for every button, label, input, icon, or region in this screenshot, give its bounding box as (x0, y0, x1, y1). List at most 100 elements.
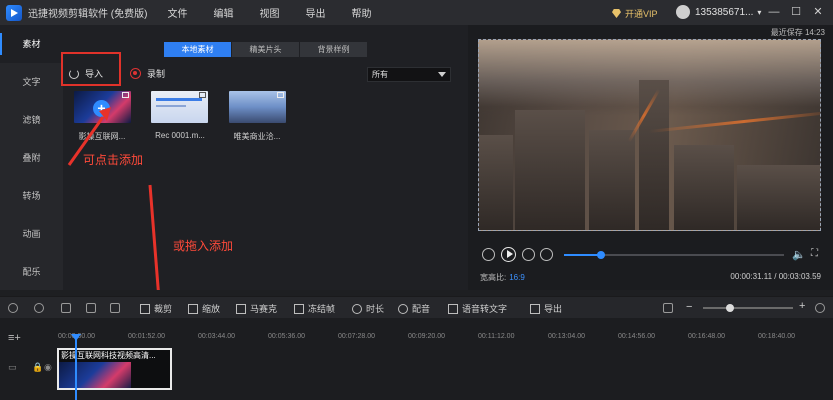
scene-building (515, 110, 585, 230)
ruler-tick-label: 00:03:44.00 (198, 333, 235, 340)
voiceover-button[interactable]: 配音 (398, 302, 430, 315)
export-label: 导出 (544, 304, 563, 314)
eye-icon[interactable]: ◉ (44, 362, 52, 373)
progress-handle[interactable] (597, 251, 606, 259)
account-button[interactable]: 135385671... ▾ (676, 5, 761, 19)
annotation-drag-add: 或拖入添加 (173, 239, 234, 253)
aspect-ratio-value[interactable]: 16:9 (509, 273, 525, 282)
microphone-icon (398, 303, 408, 314)
video-preview[interactable] (478, 39, 821, 231)
ruler-tick-label: 00:01:52.00 (128, 333, 165, 340)
vip-label: 开通VIP (625, 9, 658, 19)
timecode: 00:00:31.11 / 00:03:03.59 (730, 272, 821, 281)
clip-thumbnail (59, 362, 131, 388)
crop-label: 裁剪 (154, 304, 173, 314)
ruler-tick-label: 00:18:40.00 (758, 333, 795, 340)
menu-file[interactable]: 文件 (167, 5, 187, 20)
minimize-button[interactable]: — (765, 6, 783, 18)
edit-icon[interactable] (61, 303, 71, 313)
sidebar-item-overlay[interactable]: 叠附 (0, 139, 63, 177)
menu-view[interactable]: 视图 (259, 5, 279, 20)
video-track-icon: ▭ (8, 362, 17, 372)
freeze-frame-icon (294, 303, 304, 314)
fit-timeline-icon[interactable] (663, 303, 673, 313)
zoom-icon (188, 303, 198, 314)
fullscreen-icon[interactable]: ⛶ (811, 248, 818, 259)
crop-button[interactable]: 裁剪 (140, 302, 172, 315)
sidebar-item-animation[interactable]: 动画 (0, 215, 63, 253)
media-panel: 本地素材 精美片头 背景样例 导入 录制 所有 + 影操互联网... Rec 0… (61, 25, 468, 290)
volume-icon[interactable]: 🔈 (792, 248, 806, 261)
avatar (676, 5, 690, 19)
voiceover-label: 配音 (412, 304, 431, 314)
redo-icon[interactable] (34, 303, 44, 313)
progress-fill (564, 254, 602, 256)
aspect-ratio: 宽高比: 16:9 (480, 272, 525, 283)
export-button[interactable]: 导出 (530, 302, 562, 315)
light-streak (648, 110, 820, 133)
playback-controls: 🔈 ⛶ (478, 247, 823, 263)
sidebar-item-transition[interactable]: 转场 (0, 177, 63, 215)
annotation-click-add: 可点击添加 (83, 153, 144, 167)
app-title: 迅捷视频剪辑软件 (免费版) (28, 9, 148, 20)
play-icon (507, 250, 513, 258)
total-time: 00:03:03.59 (778, 272, 821, 281)
title-bar: 迅捷视频剪辑软件 (免费版) 文件 编辑 视图 导出 帮助 开通VIP 1353… (0, 0, 833, 25)
ruler-tick-label: 00:14:56.00 (618, 333, 655, 340)
lock-icon[interactable]: 🔒 (32, 362, 43, 373)
mosaic-icon (236, 303, 246, 314)
ruler-tick-label: 00:07:28.00 (338, 333, 375, 340)
undo-icon[interactable] (8, 303, 18, 313)
timeline-zoom-slider[interactable] (703, 304, 793, 312)
zoom-out-icon[interactable]: − (686, 301, 692, 313)
zoom-button[interactable]: 缩放 (188, 302, 220, 315)
freeze-frame-button[interactable]: 冻结帧 (294, 302, 335, 315)
playback-progress[interactable] (564, 251, 784, 259)
sidebar-item-media[interactable]: 素材 (0, 25, 63, 63)
scene-building (589, 130, 635, 230)
scene-building (639, 80, 669, 230)
mosaic-button[interactable]: 马赛克 (236, 302, 277, 315)
account-name: 135385671... (695, 6, 754, 18)
speech-to-text-button[interactable]: 语音转文字 (448, 302, 507, 315)
menu-bar: 文件 编辑 视图 导出 帮助 (167, 5, 397, 20)
ruler-tick-label: 00:11:12.00 (478, 333, 515, 340)
sidebar-item-music[interactable]: 配乐 (0, 253, 63, 291)
rewind-button[interactable] (482, 248, 495, 261)
menu-export[interactable]: 导出 (305, 5, 325, 20)
vip-button[interactable]: 开通VIP (612, 7, 658, 20)
clock-icon (352, 303, 362, 314)
sidebar-item-text[interactable]: 文字 (0, 63, 63, 101)
forward-button[interactable] (540, 248, 553, 261)
edit-toolbar: 裁剪 缩放 马赛克 冻结帧 时长 配音 语音转文字 导出 − + (0, 296, 833, 318)
freeze-frame-label: 冻结帧 (308, 304, 336, 314)
duration-button[interactable]: 时长 (352, 302, 384, 315)
preview-panel: 最近保存 14:23 🔈 ⛶ 宽高比: 16:9 00:00:31.11 / 00… (468, 25, 833, 290)
sidebar-item-filter[interactable]: 滤镜 (0, 101, 63, 139)
ruler-tick-label: 00:16:48.00 (688, 333, 725, 340)
speech-to-text-label: 语音转文字 (462, 304, 508, 314)
stop-button[interactable] (522, 248, 535, 261)
scene-building (479, 135, 513, 230)
close-button[interactable]: ✕ (809, 6, 827, 18)
zoom-label: 缩放 (202, 304, 221, 314)
speech-to-text-icon (448, 303, 458, 314)
scissors-icon[interactable] (86, 303, 96, 313)
trash-icon[interactable] (110, 303, 120, 313)
current-time: 00:00:31.11 (730, 272, 773, 281)
playhead[interactable] (71, 334, 81, 400)
mosaic-label: 马赛克 (250, 304, 278, 314)
settings-icon[interactable] (815, 303, 825, 313)
add-track-icon[interactable]: ≡+ (8, 332, 21, 344)
menu-edit[interactable]: 编辑 (213, 5, 233, 20)
scene-building (674, 145, 734, 230)
restore-button[interactable]: ☐ (787, 6, 805, 18)
app-logo-icon (6, 4, 22, 21)
crop-icon (140, 303, 150, 314)
ruler-tick-label: 00:05:36.00 (268, 333, 305, 340)
zoom-slider-handle[interactable] (726, 304, 734, 312)
zoom-in-icon[interactable]: + (799, 300, 805, 312)
ruler-tick-label: 00:09:20.00 (408, 333, 445, 340)
menu-help[interactable]: 帮助 (351, 5, 371, 20)
aspect-ratio-label: 宽高比: (480, 273, 507, 282)
